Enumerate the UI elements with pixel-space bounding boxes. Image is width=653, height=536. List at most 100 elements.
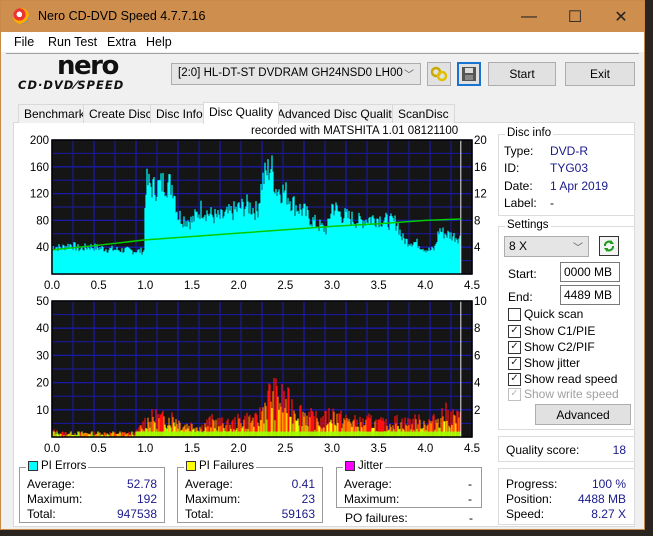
settings-group: Settings 8 X ﹀ Start: 0000 MB End: 4489 …: [498, 219, 635, 430]
cd-dvd-speed-logo: CD·DVD⁄SPEED: [18, 78, 125, 92]
x-tick-label: 0.0: [44, 443, 60, 455]
y2-tick-label: 20: [474, 135, 487, 147]
refresh-speed-button[interactable]: [599, 236, 619, 256]
speed-select[interactable]: 8 X ﹀: [504, 236, 589, 257]
quality-score-label: Quality score:: [506, 443, 580, 457]
settings-title: Settings: [505, 219, 551, 231]
pi-errors-max-label: Maximum:: [27, 492, 83, 506]
jitter-title: Jitter: [343, 460, 385, 472]
position-label: Position:: [506, 492, 553, 506]
jitter-stats: Jitter Average: - Maximum: -: [336, 460, 482, 508]
show-write-speed-checkbox: ✓ Show write speed: [508, 387, 619, 401]
speed-value: 8.27 X: [591, 507, 626, 521]
progress-group: Progress: 100 % Position: 4488 MB Speed:…: [498, 468, 635, 525]
y-tick-label: 40: [36, 242, 49, 254]
x-tick-label: 2.5: [277, 443, 293, 455]
y2-tick-label: 2: [474, 405, 480, 417]
y2-tick-label: 4: [474, 242, 481, 254]
save-button[interactable]: [457, 62, 481, 86]
x-tick-label: 1.0: [137, 443, 153, 455]
exit-button[interactable]: Exit: [565, 62, 635, 86]
end-label: End:: [508, 290, 533, 304]
cyan-legend-icon: [28, 461, 38, 471]
y2-tick-label: 16: [474, 162, 487, 174]
close-button[interactable]: ✕: [598, 1, 644, 32]
checkmark-icon: ✓: [508, 387, 521, 401]
tab-disc-quality[interactable]: Disc Quality: [203, 102, 280, 124]
start-field[interactable]: 0000 MB: [560, 262, 620, 282]
pi-errors-total-value: 947538: [116, 507, 157, 521]
app-icon: [13, 8, 29, 24]
y-tick-label: 80: [36, 215, 49, 227]
show-jitter-checkbox[interactable]: ✓ Show jitter: [508, 356, 580, 370]
pi-failures-stats: PI Failures Average: 0.41 Maximum: 23 To…: [177, 460, 323, 523]
y-tick-label: 40: [36, 323, 49, 335]
chevron-down-icon: ﹀: [573, 243, 583, 254]
menu-bar: File Run Test Extra Help: [1, 32, 644, 52]
app-window: Nero CD-DVD Speed 4.7.7.16 — ☐ ✕ File Ru…: [0, 0, 645, 530]
x-tick-label: 4.5: [464, 280, 480, 291]
checkmark-icon: ✓: [508, 340, 521, 354]
menu-extra[interactable]: Extra: [107, 35, 136, 49]
pi-failures-chart: 0.0 0.5 1.0 1.5 2.0 2.5 3.0 3.5 4.0 4.5 50 40 30 20 10…: [36, 296, 487, 455]
x-tick-label: 0.5: [91, 443, 107, 455]
x-tick-label: 2.5: [277, 280, 293, 291]
jitter-avg-label: Average:: [344, 477, 392, 491]
pi-failures-total-label: Total:: [185, 507, 214, 521]
menu-run-test[interactable]: Run Test: [48, 35, 97, 49]
x-tick-label: 2.0: [231, 443, 247, 455]
disc-date-value: 1 Apr 2019: [550, 179, 609, 193]
pi-errors-stats: PI Errors Average: 52.78 Maximum: 192 To…: [19, 460, 165, 523]
y2-tick-label: 12: [474, 189, 487, 201]
x-tick-label: 1.5: [184, 280, 200, 291]
y-tick-label: 30: [36, 350, 49, 362]
magenta-legend-icon: [345, 461, 355, 471]
tab-advanced-disc-quality[interactable]: Advanced Disc Quality: [271, 104, 404, 123]
maximize-button[interactable]: ☐: [552, 1, 598, 32]
y2-tick-label: 10: [474, 296, 487, 308]
label-label: Label:: [504, 196, 537, 210]
pi-failures-avg-value: 0.41: [291, 477, 315, 491]
x-tick-label: 4.0: [417, 280, 433, 291]
show-read-speed-checkbox[interactable]: ✓ Show read speed: [508, 372, 617, 386]
y2-tick-label: 6: [474, 350, 480, 362]
advanced-button[interactable]: Advanced: [535, 404, 631, 425]
x-tick-label: 3.5: [371, 443, 387, 455]
floppy-disk-icon: [462, 67, 476, 81]
x-tick-label: 3.0: [324, 443, 340, 455]
minimize-button[interactable]: —: [506, 1, 552, 32]
y-tick-label: 200: [30, 135, 49, 147]
x-tick-label: 0.0: [44, 280, 60, 291]
end-field[interactable]: 4489 MB: [560, 285, 620, 305]
start-button[interactable]: Start: [488, 62, 556, 86]
show-jitter-label: Show jitter: [524, 356, 581, 370]
po-failures-label: PO failures:: [345, 511, 408, 525]
tab-create-disc[interactable]: Create Disc: [83, 104, 158, 123]
tab-scandisc[interactable]: ScanDisc: [392, 104, 455, 123]
pi-failures-avg-label: Average:: [185, 477, 233, 491]
menu-help[interactable]: Help: [146, 35, 172, 49]
drive-select[interactable]: [2:0] HL-DT-ST DVDRAM GH24NSD0 LH00 ﹀: [171, 63, 421, 85]
quick-scan-checkbox[interactable]: Quick scan: [508, 307, 583, 321]
menu-file[interactable]: File: [14, 35, 34, 49]
jitter-max-value: -: [468, 492, 472, 506]
title-bar[interactable]: Nero CD-DVD Speed 4.7.7.16 — ☐ ✕: [1, 1, 644, 32]
x-tick-label: 0.5: [91, 280, 107, 291]
show-c1-checkbox[interactable]: ✓ Show C1/PIE: [508, 324, 595, 338]
po-failures-value: -: [469, 511, 473, 525]
x-tick-label: 4.5: [464, 443, 480, 455]
yellow-legend-icon: [186, 461, 196, 471]
quality-score-value: 18: [612, 443, 626, 457]
drive-info-button[interactable]: [427, 62, 451, 86]
quality-score-group: Quality score: 18: [498, 436, 635, 462]
x-tick-label: 1.5: [184, 443, 200, 455]
disc-label-value: -: [550, 196, 554, 210]
show-c2-label: Show C2/PIF: [524, 340, 595, 354]
jitter-max-label: Maximum:: [344, 492, 400, 506]
show-c2-checkbox[interactable]: ✓ Show C2/PIF: [508, 340, 595, 354]
start-label: Start:: [508, 267, 537, 281]
tab-disc-info[interactable]: Disc Info: [150, 104, 209, 123]
window-title: Nero CD-DVD Speed 4.7.7.16: [38, 9, 206, 23]
checkmark-icon: ✓: [508, 324, 521, 338]
tab-benchmark[interactable]: Benchmark: [18, 104, 91, 123]
